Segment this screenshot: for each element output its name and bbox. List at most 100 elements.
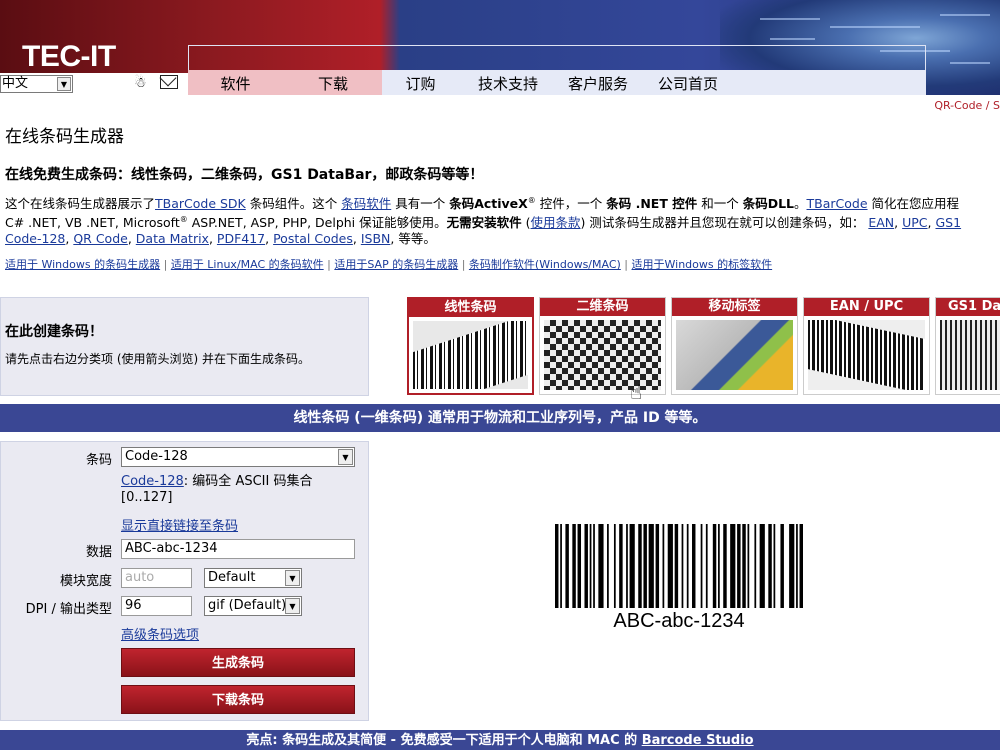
advanced-options-link[interactable]: 高级条码选项 [121,624,199,643]
isbn-link[interactable]: ISBN [361,231,391,246]
data-input[interactable]: ABC-abc-1234 [121,539,355,559]
generate-barcode-button[interactable]: 生成条码 [121,648,355,677]
pdf417-link[interactable]: PDF417 [217,231,265,246]
data-matrix-link[interactable]: Data Matrix [136,231,209,246]
symbology-select[interactable]: Code-128 ▼ [121,447,355,467]
barcode-bar [662,524,665,608]
symbology-description: Code-128: 编码全 ASCII 码集合 [0..127] [121,474,313,505]
tile-linear-barcodes[interactable]: 线性条码 [407,297,534,395]
language-select[interactable]: 中文 ▼ [0,75,73,93]
barcode-studio-footer-link[interactable]: Barcode Studio [642,733,754,748]
nav-support[interactable]: 技术支持 [458,70,558,95]
barcode-bar [593,524,595,608]
barcode-bar [712,524,717,608]
nav-software[interactable]: 软件 [188,70,283,95]
chevron-down-icon: ▼ [57,77,71,91]
barcode-bar [796,524,798,608]
tile-gs1-databar[interactable]: GS1 Da [935,297,1000,395]
barcode-bar [667,524,673,608]
qr-code-link-intro[interactable]: QR Code [73,231,128,246]
barcode-bar [737,524,741,608]
barcode-bar [773,524,776,608]
barcode-bar [780,524,784,608]
nav-order[interactable]: 订购 [383,70,458,95]
symbology-label: 条码 [85,453,112,468]
barcode-bar [799,524,803,608]
ean-link[interactable]: EAN [868,215,894,230]
page-title: 在线条码生成器 [5,127,124,147]
postal-codes-link[interactable]: Postal Codes [273,231,353,246]
tile-ean-upc[interactable]: EAN / UPC [803,297,930,395]
barcode-human-readable-text: ABC-abc-1234 [613,610,745,632]
tile-2d-barcodes[interactable]: 二维条码 [539,297,666,395]
output-type-select[interactable]: gif (Default) ▼ [204,596,302,616]
category-description-band: 线性条码 (一维条码) 通常用于物流和工业序列号，产品 ID 等等。 [0,404,1000,432]
barcode-bar [626,524,628,608]
linear-barcode-thumbnail [413,321,528,389]
ean-barcode-thumbnail [808,320,925,390]
barcode-bar [723,524,727,608]
create-title: 在此创建条码！ [5,324,103,340]
linux-mac-link[interactable]: 适用于 Linux/MAC 的条码软件 [171,258,324,271]
tec-it-logo[interactable]: TEC-IT [22,40,116,74]
barcode-studio-link[interactable]: 条码制作软件(Windows/MAC) [469,258,621,271]
code128-link[interactable]: Code-128 [5,231,65,246]
barcode-bar [747,524,750,608]
dpi-label: DPI / 输出类型 [25,602,112,617]
barcode-bar [638,524,642,608]
software-links-row: 适用于 Windows 的条码生成器 | 适用于 Linux/MAC 的条码软件… [5,258,773,271]
direct-link[interactable]: 显示直接链接至条码 [121,515,238,534]
barcode-bar [759,524,765,608]
tile-mobile-tagging[interactable]: 移动标签 [671,297,798,395]
people-icon[interactable]: ☃ [134,75,147,91]
data-label: 数据 [85,545,112,560]
nav-home[interactable]: 公司首页 [638,70,738,95]
sap-link[interactable]: 适用于SAP 的条码生成器 [334,258,458,271]
barcode-bar [565,524,569,608]
barcode-bar [686,524,689,608]
barcode-bar [730,524,736,608]
barcode-bar [789,524,795,608]
chevron-down-icon: ▼ [285,570,300,586]
barcode-bar [584,524,588,608]
nav-download[interactable]: 下载 [283,70,383,95]
barcode-bar [768,524,772,608]
main-nav: 软件 下载 订购 技术支持 客户服务 公司首页 [188,70,738,95]
barcode-bar [681,524,684,608]
module-width-select[interactable]: Default ▼ [204,568,302,588]
terms-of-use-link[interactable]: 使用条款 [531,215,581,230]
barcode-image [555,524,803,608]
barcode-bar [619,524,623,608]
barcode-bar [705,524,708,608]
barcode-bar [700,524,703,608]
create-description: 请先点击右边分类项 (使用箭头浏览) 并在下面生成条码。 [5,352,310,366]
dpi-input[interactable]: 96 [121,596,192,616]
module-width-input[interactable]: auto [121,568,192,588]
intro-paragraph: 这个在线条码生成器展示了TBarCode SDK 条码组件。这个 条码软件 具有… [5,196,962,247]
download-barcode-button[interactable]: 下载条码 [121,685,355,714]
qr-code-link[interactable]: QR-Code / S [934,99,1000,112]
hand-cursor-icon: ☝ [630,380,643,404]
chevron-down-icon: ▼ [285,598,300,614]
module-width-label: 模块宽度 [59,574,112,589]
create-barcode-box [0,297,369,396]
mail-icon[interactable] [160,75,178,89]
barcode-software-link[interactable]: 条码软件 [341,196,391,211]
gs1-link[interactable]: GS1 [936,215,962,230]
barcode-bar [648,524,654,608]
barcode-bar [613,524,616,608]
code128-info-link[interactable]: Code-128 [121,474,184,489]
qr-code-thumbnail [544,320,661,390]
tbarcode-link[interactable]: TBarCode [807,196,868,211]
nav-service[interactable]: 客户服务 [558,70,638,95]
barcode-bar [643,524,647,608]
windows-generator-link[interactable]: 适用于 Windows 的条码生成器 [5,258,160,271]
label-software-link[interactable]: 适用于Windows 的标签软件 [632,258,773,271]
footer-highlight-band: 亮点: 条码生成及其简便 - 免费感受一下适用于个人电脑和 MAC 的 Barc… [0,730,1000,750]
barcode-bar [555,524,559,608]
upc-link[interactable]: UPC [902,215,927,230]
barcode-bar [674,524,679,608]
barcode-bar [754,524,757,608]
tbarcode-sdk-link[interactable]: TBarCode SDK [155,196,246,211]
barcode-bar [629,524,635,608]
